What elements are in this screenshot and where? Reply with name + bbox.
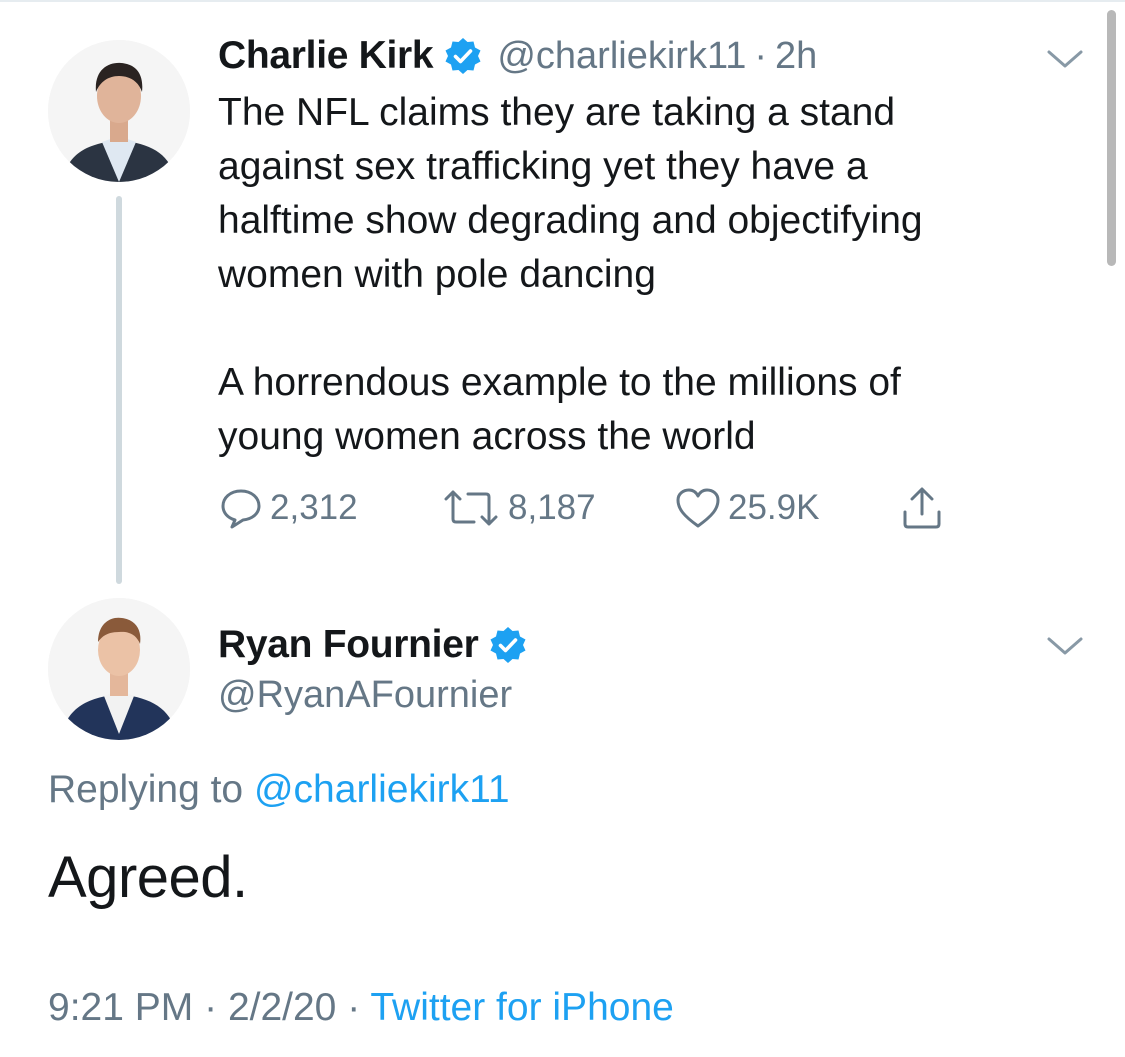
author-name[interactable]: Charlie Kirk: [218, 34, 434, 78]
tweet-text-line: The NFL claims they are taking a stand: [218, 91, 896, 134]
reply-text: Agreed.: [48, 845, 248, 910]
tweet-time[interactable]: 2h: [775, 35, 817, 78]
reply-count: 2,312: [270, 488, 358, 527]
scrollbar[interactable]: [1107, 10, 1116, 266]
retweet-button[interactable]: 8,187: [440, 478, 596, 538]
tweet-meta: 9:21 PM · 2/2/20 · Twitter for iPhone: [48, 986, 674, 1030]
thread-line: [116, 196, 122, 584]
tweet-text-line: against sex trafficking yet they have a: [218, 145, 868, 188]
separator: ·: [754, 34, 768, 77]
tweet-text-line: halftime show degrading and objectifying: [218, 199, 923, 242]
replying-to: Replying to @charliekirk11: [48, 768, 510, 812]
separator: ·: [347, 986, 361, 1029]
retweet-icon: [444, 490, 498, 526]
author-name[interactable]: Ryan Fournier: [218, 623, 479, 667]
tweet-text-line: women with pole dancing: [218, 253, 656, 296]
avatar[interactable]: [48, 40, 190, 182]
tweet-text: The NFL claims they are taking a stand a…: [218, 86, 1078, 464]
verified-badge-icon: [443, 36, 483, 76]
tweet-header: Charlie Kirk @charliekirk11 · 2h: [218, 31, 817, 81]
like-button[interactable]: 25.9K: [674, 478, 819, 538]
author-handle[interactable]: @RyanAFournier: [218, 674, 512, 717]
top-divider: [0, 0, 1125, 2]
verified-badge-icon: [488, 625, 528, 665]
reply-icon: [221, 489, 261, 529]
share-icon: [903, 487, 941, 529]
chevron-down-icon[interactable]: [1045, 48, 1085, 72]
tweet-actions: 2,312 8,187 25.9K: [218, 478, 978, 538]
heart-icon: [676, 488, 720, 528]
timestamp[interactable]: 9:21 PM: [48, 986, 193, 1029]
replying-mention-link[interactable]: @charliekirk11: [254, 768, 510, 811]
replying-label: Replying to: [48, 768, 244, 811]
chevron-down-icon[interactable]: [1045, 635, 1085, 659]
tweet-text-line: young women across the world: [218, 415, 756, 458]
tweet-text-line: A horrendous example to the millions of: [218, 361, 901, 404]
reply-button[interactable]: 2,312: [218, 478, 358, 538]
share-button[interactable]: [898, 478, 952, 538]
separator: ·: [204, 986, 218, 1029]
like-count: 25.9K: [728, 488, 820, 527]
avatar[interactable]: [48, 598, 190, 740]
retweet-count: 8,187: [508, 488, 596, 527]
source-link[interactable]: Twitter for iPhone: [370, 986, 673, 1029]
reply-header: Ryan Fournier: [218, 620, 528, 670]
date[interactable]: 2/2/20: [228, 986, 336, 1029]
author-handle[interactable]: @charliekirk11: [497, 35, 746, 78]
